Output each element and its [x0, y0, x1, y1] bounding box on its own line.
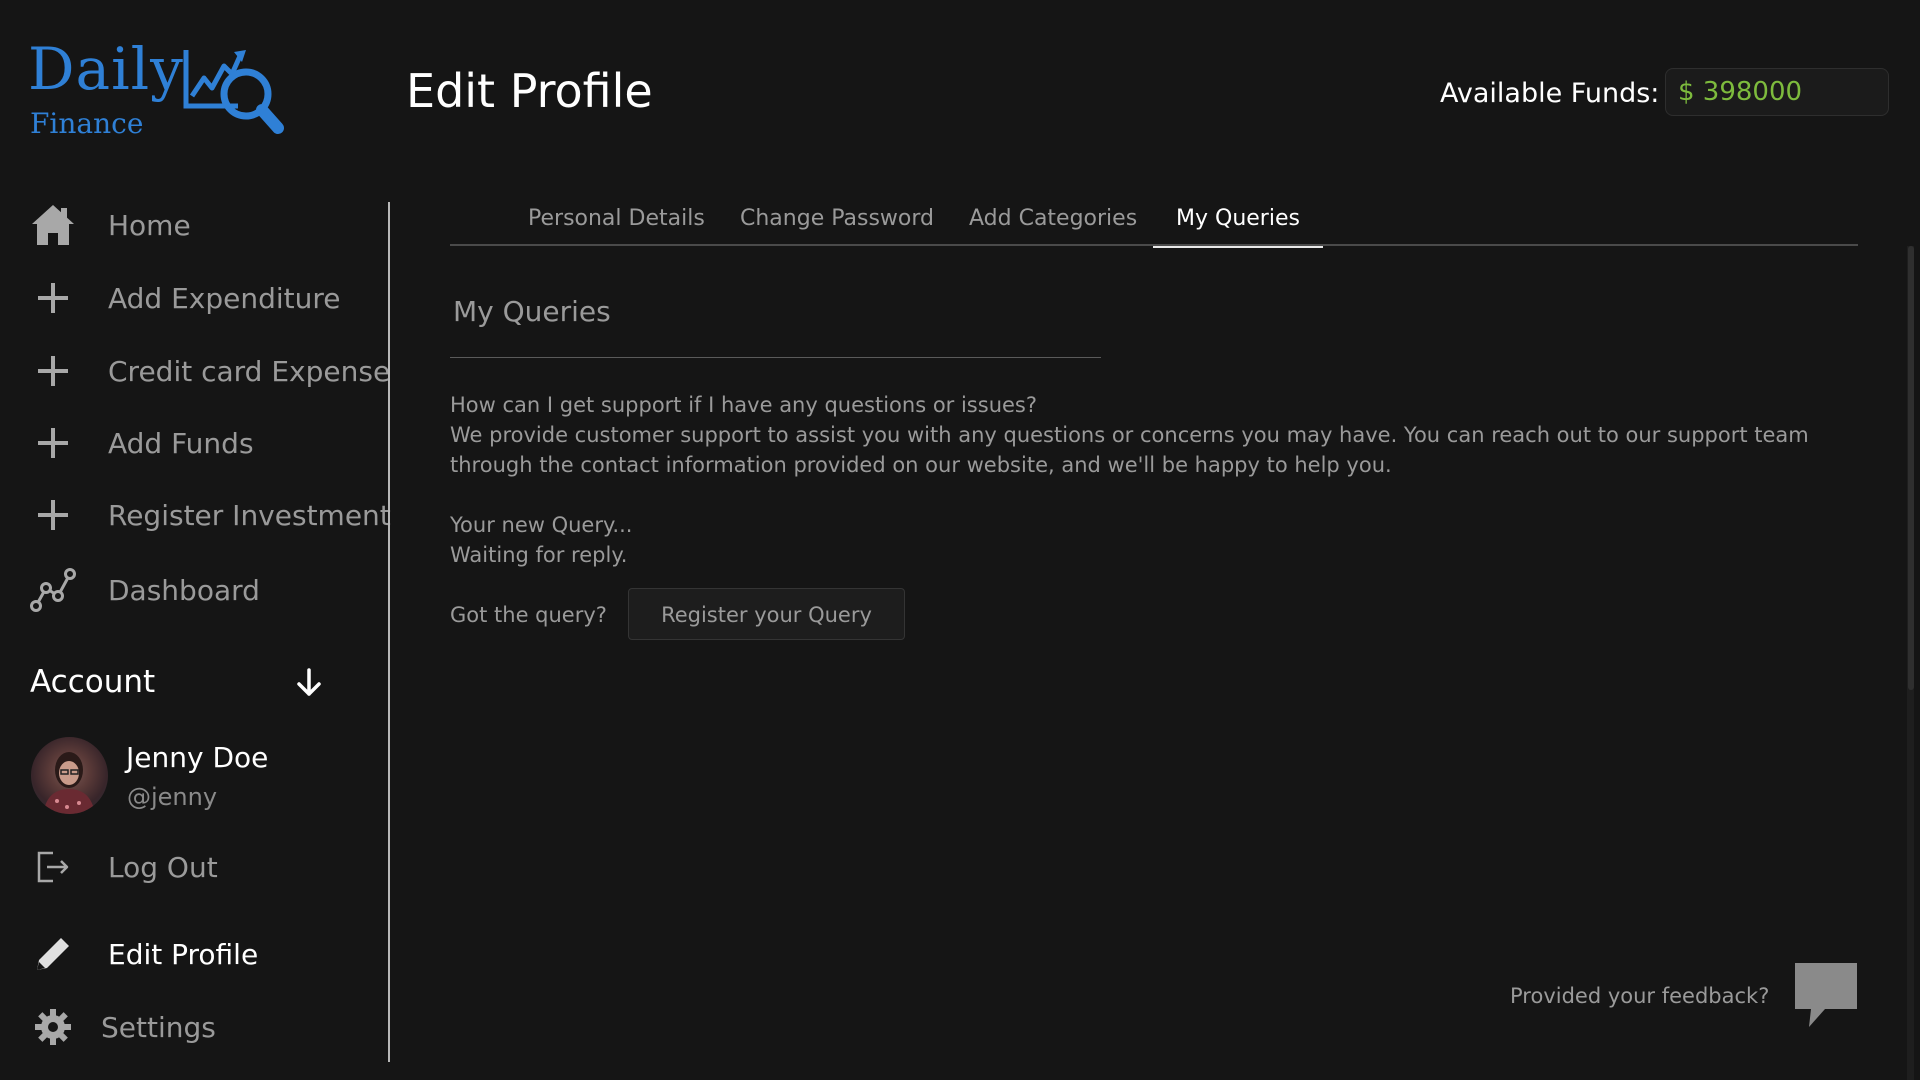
app-logo[interactable]: Daily Finance	[28, 40, 288, 150]
logout-icon	[28, 842, 78, 892]
sidebar-item-add-funds[interactable]: Add Funds	[28, 415, 378, 471]
sidebar-item-logout[interactable]: Log Out	[28, 839, 378, 895]
tab-my-queries[interactable]: My Queries	[1153, 200, 1323, 248]
sidebar-item-register-investment[interactable]: Register Investment	[28, 487, 391, 543]
sidebar-item-label: Credit card Expense	[108, 354, 391, 388]
gear-icon	[28, 1002, 78, 1052]
tab-personal-details[interactable]: Personal Details	[528, 200, 705, 246]
logo-text-finance: Finance	[30, 107, 144, 140]
chart-line-icon	[28, 565, 78, 615]
logo-text-daily: Daily	[28, 35, 184, 103]
sidebar-item-home[interactable]: Home	[28, 197, 378, 253]
faq-answer: We provide customer support to assist yo…	[450, 423, 1809, 477]
scrollbar-thumb[interactable]	[1908, 246, 1914, 690]
sidebar-item-label: Home	[108, 208, 191, 242]
sidebar-item-edit-profile[interactable]: Edit Profile	[28, 926, 378, 982]
sidebar-item-credit-card-expense[interactable]: Credit card Expense	[28, 343, 390, 399]
chat-bubble-icon[interactable]	[1795, 963, 1857, 1029]
plus-icon	[28, 273, 78, 323]
profile-tabs: Personal Details Change Password Add Cat…	[450, 200, 1858, 248]
arrow-down-icon[interactable]	[292, 666, 326, 700]
sidebar-item-label: Edit Profile	[108, 937, 259, 971]
plus-icon	[28, 490, 78, 540]
magnifier-chart-icon	[183, 50, 284, 134]
faq-question: How can I get support if I have any ques…	[450, 393, 1038, 417]
plus-icon	[28, 346, 78, 396]
sidebar-item-dashboard[interactable]: Dashboard	[28, 562, 378, 618]
account-section-title: Account	[30, 664, 156, 700]
home-icon	[28, 200, 78, 250]
tab-change-password[interactable]: Change Password	[740, 200, 934, 246]
sidebar-divider	[388, 202, 390, 1062]
user-handle: @jenny	[127, 783, 218, 811]
sidebar-item-label: Add Funds	[108, 426, 254, 460]
query-status-block: Your new Query... Waiting for reply.	[450, 510, 632, 570]
tab-add-categories[interactable]: Add Categories	[969, 200, 1137, 246]
new-query-text: Your new Query...	[450, 513, 633, 537]
avatar[interactable]	[31, 737, 108, 814]
got-query-label: Got the query?	[450, 603, 607, 627]
sidebar-item-settings[interactable]: Settings	[28, 999, 378, 1055]
section-title: My Queries	[453, 295, 611, 328]
pencil-icon	[28, 929, 78, 979]
available-funds-label: Available Funds:	[1440, 78, 1660, 109]
sidebar-item-label: Settings	[101, 1010, 216, 1044]
query-status-text: Waiting for reply.	[450, 543, 628, 567]
register-query-button[interactable]: Register your Query	[628, 588, 905, 640]
sidebar-item-label: Log Out	[108, 850, 218, 884]
sidebar-item-add-expenditure[interactable]: Add Expenditure	[28, 270, 378, 326]
faq-block: How can I get support if I have any ques…	[450, 390, 1870, 480]
section-divider	[450, 357, 1101, 358]
user-name: Jenny Doe	[126, 741, 269, 774]
sidebar-item-label: Add Expenditure	[108, 281, 341, 315]
plus-icon	[28, 418, 78, 468]
feedback-prompt: Provided your feedback?	[1510, 984, 1770, 1008]
page-title: Edit Profile	[406, 64, 653, 118]
sidebar-item-label: Register Investment	[108, 498, 391, 532]
sidebar-item-label: Dashboard	[108, 573, 260, 607]
available-funds-value: $ 398000	[1665, 68, 1889, 116]
